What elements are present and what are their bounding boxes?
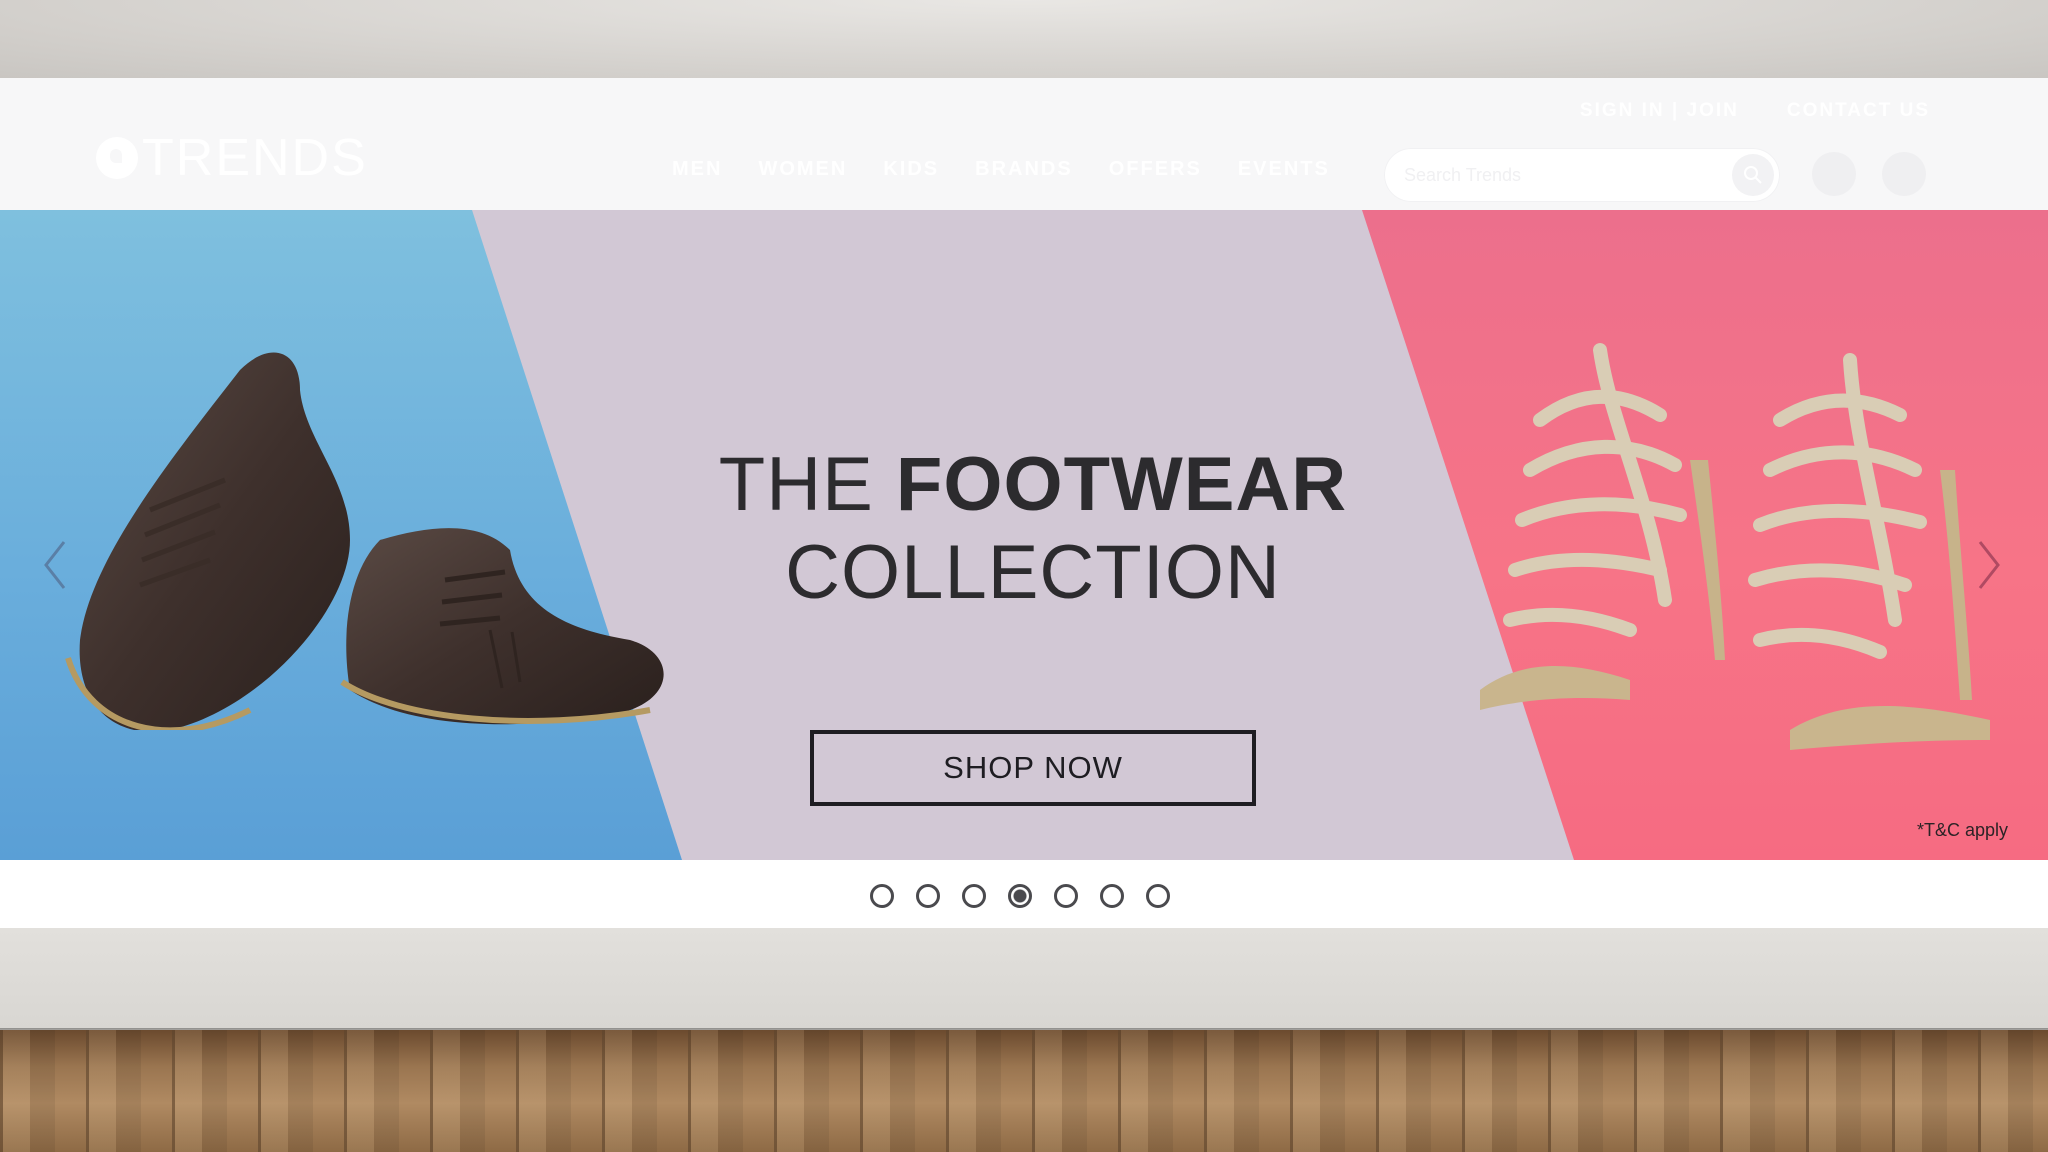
hero-banner: THE FOOTWEAR COLLECTION SHOP NOW *T&C ap… (0, 210, 2048, 860)
carousel-dot[interactable] (1054, 884, 1078, 908)
logo[interactable]: TRENDS (96, 130, 368, 186)
carousel-dot-active[interactable] (1008, 884, 1032, 908)
headline-bold-text: FOOTWEAR (895, 442, 1348, 527)
search-input[interactable] (1404, 160, 1704, 190)
top-links: SIGN IN | JOIN CONTACT US (1580, 100, 1930, 122)
carousel-prev-arrow[interactable] (34, 530, 74, 600)
wall-lower (0, 928, 2048, 1030)
logo-mark-icon (96, 137, 138, 179)
nav-item-men[interactable]: MEN (672, 158, 722, 181)
carousel-dot[interactable] (962, 884, 986, 908)
carousel-dot[interactable] (1146, 884, 1170, 908)
sign-in-join-link[interactable]: SIGN IN | JOIN (1580, 100, 1739, 122)
wall-background (0, 0, 2048, 78)
carousel-next-arrow[interactable] (1970, 530, 2010, 600)
search-box (1384, 148, 1780, 202)
nav-item-brands[interactable]: BRANDS (975, 158, 1073, 181)
user-icon[interactable] (1812, 152, 1856, 196)
carousel-dot[interactable] (916, 884, 940, 908)
carousel-dots (870, 884, 1170, 908)
banner-headline: THE FOOTWEAR COLLECTION (620, 442, 1446, 618)
carousel-dot[interactable] (1100, 884, 1124, 908)
chevron-right-icon (1978, 541, 2000, 589)
nav-item-events[interactable]: EVENTS (1238, 158, 1330, 181)
search-button[interactable] (1732, 154, 1774, 196)
mens-shoes-image (65, 352, 664, 730)
headline-line2: COLLECTION (785, 530, 1281, 615)
wooden-floor (0, 1030, 2048, 1152)
carousel-indicator-bar (0, 860, 2048, 928)
nav-item-offers[interactable]: OFFERS (1109, 158, 1202, 181)
logo-text: TRENDS (142, 129, 368, 187)
womens-heels-image (1480, 343, 1990, 750)
nav-item-kids[interactable]: KIDS (883, 158, 939, 181)
site-header: TRENDS SIGN IN | JOIN CONTACT US MEN WOM… (0, 78, 2048, 210)
shop-now-button[interactable]: SHOP NOW (810, 730, 1256, 806)
terms-note: *T&C apply (1916, 820, 2008, 840)
main-nav: MEN WOMEN KIDS BRANDS OFFERS EVENTS (672, 158, 1330, 181)
bag-icon[interactable] (1882, 152, 1926, 196)
chevron-left-icon (44, 541, 66, 589)
search-icon (1744, 166, 1762, 184)
carousel-dot[interactable] (870, 884, 894, 908)
contact-us-link[interactable]: CONTACT US (1787, 100, 1930, 122)
headline-light-text: THE (718, 442, 874, 527)
nav-item-women[interactable]: WOMEN (758, 158, 847, 181)
